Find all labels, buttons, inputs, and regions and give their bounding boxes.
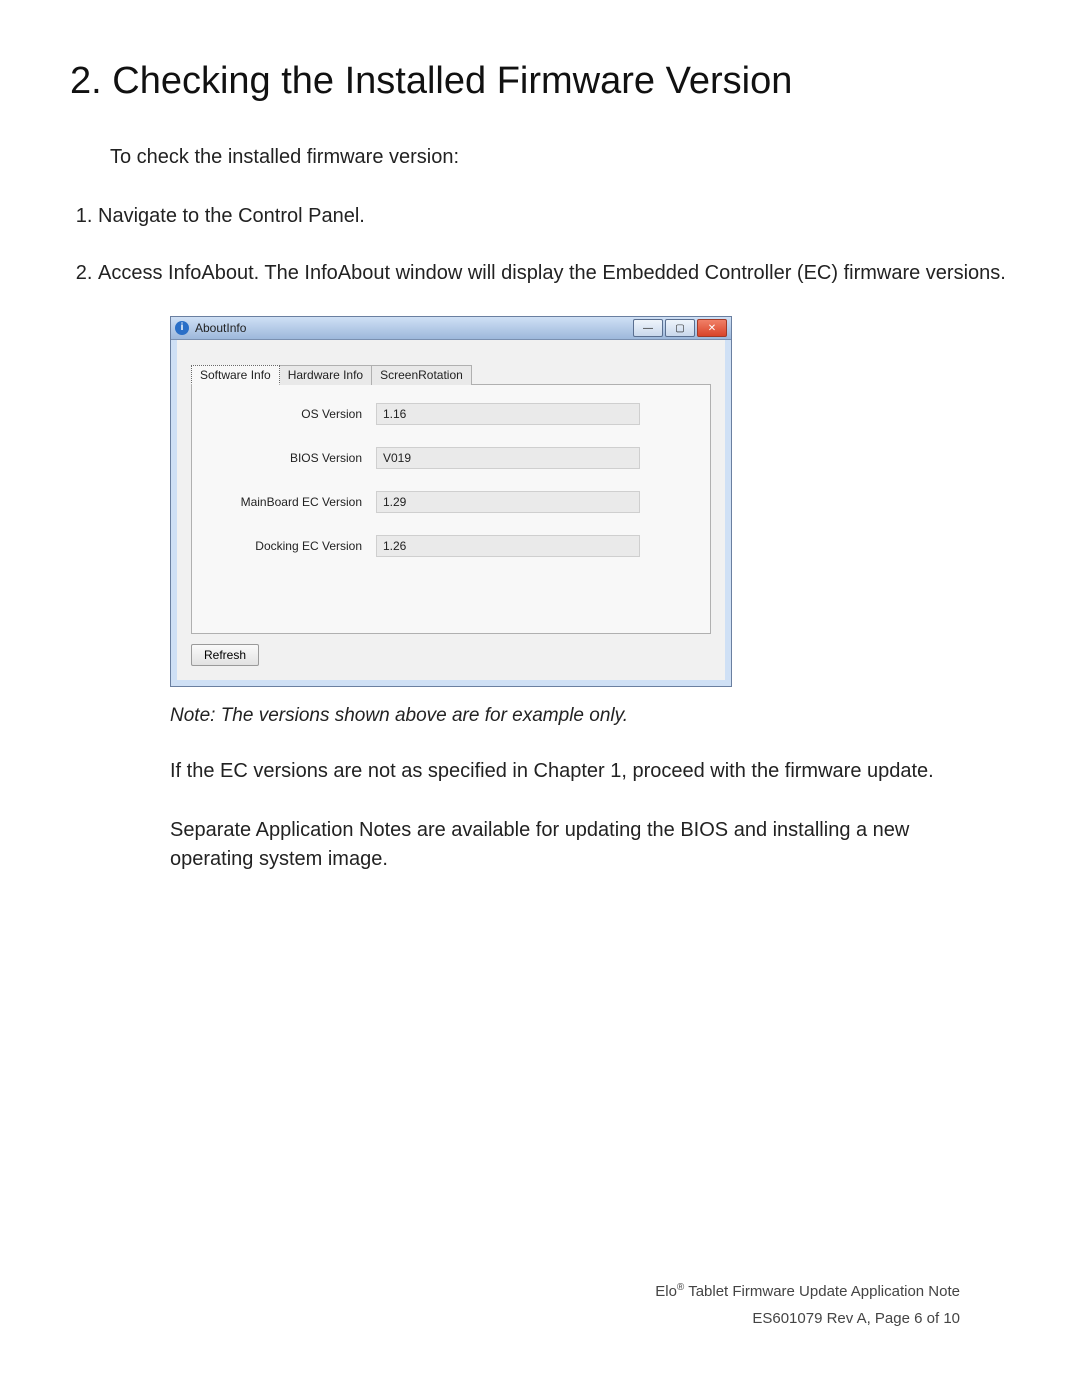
- window-controls: — ▢ ✕: [631, 319, 727, 337]
- step-item: Access InfoAbout. The InfoAbout window w…: [98, 259, 1010, 288]
- example-note: Note: The versions shown above are for e…: [170, 705, 1010, 727]
- field-label: Docking EC Version: [202, 539, 376, 553]
- window-title: AboutInfo: [195, 321, 246, 335]
- document-page: 2. Checking the Installed Firmware Versi…: [0, 0, 1080, 1397]
- footer-title-suffix: Tablet Firmware Update Application Note: [684, 1283, 960, 1300]
- field-row-docking-ec-version: Docking EC Version 1.26: [202, 535, 700, 557]
- tab-screenrotation[interactable]: ScreenRotation: [371, 365, 472, 385]
- steps-list: Navigate to the Control Panel. Access In…: [70, 202, 1010, 288]
- brand-name: Elo: [655, 1283, 677, 1300]
- step-item: Navigate to the Control Panel.: [98, 202, 1010, 231]
- field-value: 1.16: [376, 403, 640, 425]
- field-value: 1.26: [376, 535, 640, 557]
- intro-text: To check the installed firmware version:: [110, 143, 990, 172]
- tab-hardware-info[interactable]: Hardware Info: [279, 365, 372, 385]
- tab-panel-software-info: OS Version 1.16 BIOS Version V019 MainBo…: [191, 385, 711, 634]
- section-heading: 2. Checking the Installed Firmware Versi…: [70, 60, 1010, 103]
- aboutinfo-window: i AboutInfo — ▢ ✕ Software Info Hardware…: [170, 316, 732, 687]
- paragraph: If the EC versions are not as specified …: [170, 757, 990, 786]
- field-row-mainboard-ec-version: MainBoard EC Version 1.29: [202, 491, 700, 513]
- refresh-button[interactable]: Refresh: [191, 644, 259, 666]
- field-label: BIOS Version: [202, 451, 376, 465]
- info-icon: i: [175, 321, 189, 335]
- window-client-area: Software Info Hardware Info ScreenRotati…: [171, 340, 731, 686]
- footer-title: Elo® Tablet Firmware Update Application …: [655, 1282, 960, 1300]
- field-label: OS Version: [202, 407, 376, 421]
- maximize-button[interactable]: ▢: [665, 319, 695, 337]
- field-value: V019: [376, 447, 640, 469]
- paragraph: Separate Application Notes are available…: [170, 816, 990, 874]
- field-row-os-version: OS Version 1.16: [202, 403, 700, 425]
- window-titlebar: i AboutInfo — ▢ ✕: [171, 317, 731, 340]
- field-row-bios-version: BIOS Version V019: [202, 447, 700, 469]
- page-footer: Elo® Tablet Firmware Update Application …: [655, 1282, 960, 1327]
- footer-revision: ES601079 Rev A, Page 6 of 10: [655, 1310, 960, 1327]
- tab-strip: Software Info Hardware Info ScreenRotati…: [191, 364, 711, 385]
- close-button[interactable]: ✕: [697, 319, 727, 337]
- field-label: MainBoard EC Version: [202, 495, 376, 509]
- tab-software-info[interactable]: Software Info: [191, 365, 280, 385]
- field-value: 1.29: [376, 491, 640, 513]
- minimize-button[interactable]: —: [633, 319, 663, 337]
